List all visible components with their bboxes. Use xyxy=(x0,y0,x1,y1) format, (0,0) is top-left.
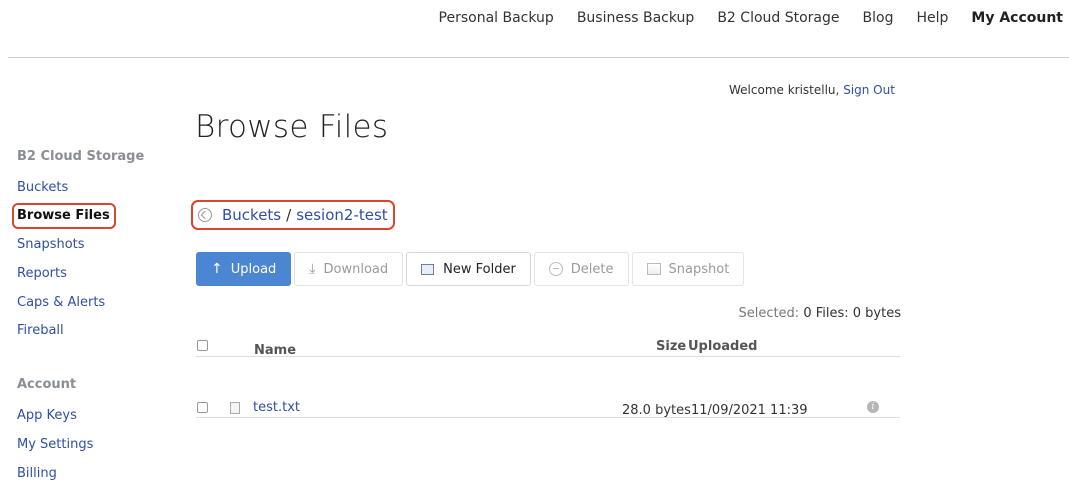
new-folder-button[interactable]: New Folder xyxy=(406,252,531,286)
header-divider xyxy=(8,57,1069,58)
new-folder-label: New Folder xyxy=(443,261,516,277)
arrow-up-icon: ↑ xyxy=(211,261,223,277)
file-table: Name Size Uploaded test.txt 28.0 bytes 1… xyxy=(196,338,900,418)
sidebar-item-snapshots[interactable]: Snapshots xyxy=(17,237,85,252)
nav-personal-backup[interactable]: Personal Backup xyxy=(439,10,554,26)
download-button[interactable]: ⤓ Download xyxy=(294,252,404,286)
selection-summary: Selected: 0 Files: 0 bytes xyxy=(738,306,901,321)
sidebar-item-fireball[interactable]: Fireball xyxy=(17,323,64,338)
table-row[interactable]: test.txt 28.0 bytes 11/09/2021 11:39 i xyxy=(196,357,900,418)
sidebar-section-b2: B2 Cloud Storage xyxy=(17,149,145,164)
nav-my-account[interactable]: My Account xyxy=(971,10,1063,26)
sidebar-item-reports[interactable]: Reports xyxy=(17,266,67,281)
info-icon[interactable]: i xyxy=(867,401,879,413)
welcome-text: Welcome kristellu, xyxy=(729,83,840,97)
download-label: Download xyxy=(323,261,389,277)
sidebar-section-account: Account xyxy=(17,377,77,392)
table-header: Name Size Uploaded xyxy=(196,338,900,358)
sidebar-item-app-keys[interactable]: App Keys xyxy=(17,408,77,423)
sidebar-item-caps-alerts[interactable]: Caps & Alerts xyxy=(17,295,105,310)
welcome-message: Welcome kristellu, Sign Out xyxy=(729,83,895,97)
breadcrumb-separator: / xyxy=(286,206,292,224)
file-size: 28.0 bytes xyxy=(622,403,691,418)
top-nav: Personal Backup Business Backup B2 Cloud… xyxy=(416,10,1063,26)
download-icon: ⤓ xyxy=(309,261,316,277)
file-uploaded: 11/09/2021 11:39 xyxy=(691,403,808,418)
sidebar-item-my-settings[interactable]: My Settings xyxy=(17,437,93,452)
file-name-link[interactable]: test.txt xyxy=(253,400,300,415)
selection-label: Selected: xyxy=(738,306,800,321)
upload-label: Upload xyxy=(230,261,277,277)
breadcrumb-current-bucket[interactable]: sesion2-test xyxy=(296,206,387,224)
nav-help[interactable]: Help xyxy=(916,10,948,26)
delete-button[interactable]: Delete xyxy=(533,252,629,286)
row-checkbox[interactable] xyxy=(197,402,208,413)
snapshot-label: Snapshot xyxy=(668,261,730,277)
sidebar-item-buckets[interactable]: Buckets xyxy=(17,180,68,195)
sign-out-link[interactable]: Sign Out xyxy=(843,83,895,97)
image-icon xyxy=(646,263,661,275)
nav-business-backup[interactable]: Business Backup xyxy=(577,10,695,26)
file-icon xyxy=(230,402,240,414)
column-uploaded[interactable]: Uploaded xyxy=(688,339,757,354)
breadcrumb: Buckets / sesion2-test xyxy=(191,200,395,230)
file-toolbar: ↑ Upload ⤓ Download New Folder Delete Sn… xyxy=(196,252,745,286)
minus-circle-icon xyxy=(548,262,563,276)
nav-b2-cloud-storage[interactable]: B2 Cloud Storage xyxy=(717,10,839,26)
delete-label: Delete xyxy=(570,261,614,277)
selection-value: 0 Files: 0 bytes xyxy=(803,306,901,321)
sidebar-item-browse-files[interactable]: Browse Files xyxy=(12,203,116,229)
page-title: Browse Files xyxy=(195,109,389,145)
column-name[interactable]: Name xyxy=(254,343,296,358)
new-folder-icon xyxy=(421,263,435,275)
column-size[interactable]: Size xyxy=(656,339,686,354)
breadcrumb-buckets[interactable]: Buckets xyxy=(222,206,281,224)
select-all-checkbox[interactable] xyxy=(197,340,208,351)
back-circle-icon[interactable] xyxy=(198,208,212,222)
nav-blog[interactable]: Blog xyxy=(863,10,894,26)
snapshot-button[interactable]: Snapshot xyxy=(631,252,745,286)
upload-button[interactable]: ↑ Upload xyxy=(196,252,292,286)
sidebar-item-billing[interactable]: Billing xyxy=(17,466,57,481)
